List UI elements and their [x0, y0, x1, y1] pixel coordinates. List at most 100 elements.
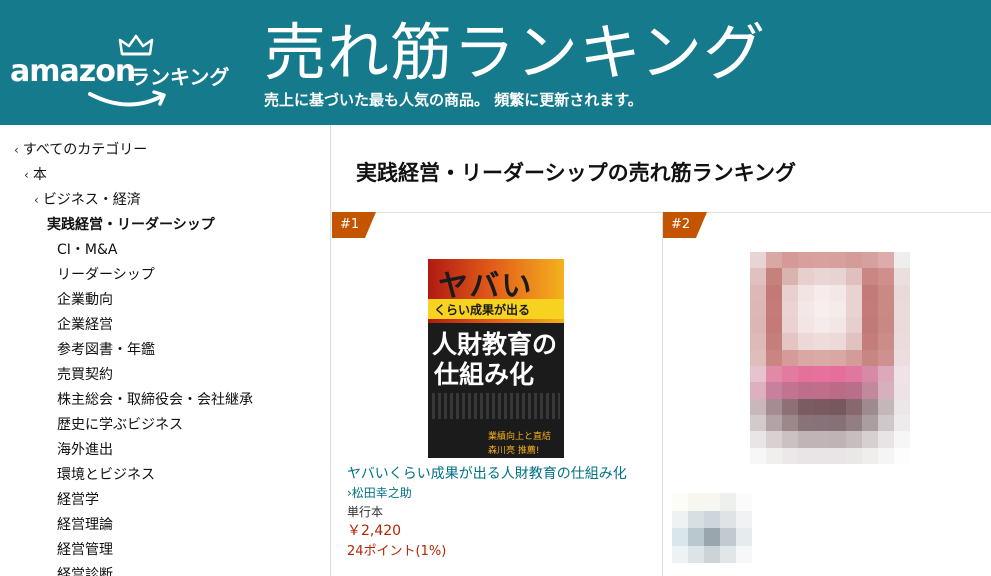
sidebar-item-business[interactable]: ‹ ビジネス・経済 — [34, 189, 141, 209]
mosaic-cell — [830, 268, 846, 285]
mosaic-cell — [862, 317, 878, 334]
mosaic-cell — [878, 349, 894, 367]
sidebar-item-corporate-trends[interactable]: 企業動向 — [57, 289, 113, 309]
sidebar-item-management-theory[interactable]: 経営理論 — [57, 514, 113, 534]
sidebar-item-leadership[interactable]: リーダーシップ — [57, 264, 155, 284]
category-sidebar: ‹ すべてのカテゴリー ‹ 本 ‹ ビジネス・経済 実践経営・リーダーシップ CI・M… — [0, 125, 331, 576]
mosaic-cell — [862, 398, 878, 415]
sidebar-item-all-categories[interactable]: ‹ すべてのカテゴリー — [14, 139, 147, 159]
sidebar-item-ci-ma[interactable]: CI・M&A — [57, 239, 117, 259]
mosaic-cell — [766, 414, 782, 432]
mosaic-cell — [782, 366, 798, 383]
sidebar-item-reference[interactable]: 参考図書・年鑑 — [57, 339, 155, 359]
mosaic-cell — [862, 349, 878, 367]
mosaic-cell — [798, 398, 814, 415]
mosaic-cell — [846, 431, 862, 448]
amazon-ranking-logo[interactable]: amazon ランキング — [10, 34, 250, 114]
mosaic-cell — [814, 333, 830, 350]
mosaic-cell — [704, 545, 720, 563]
mosaic-cell — [814, 431, 830, 448]
mosaic-cell — [878, 447, 894, 464]
mosaic-cell — [782, 284, 798, 301]
mosaic-cell — [766, 447, 782, 464]
mosaic-cell — [830, 366, 846, 383]
mosaic-cell — [798, 284, 814, 301]
mosaic-cell — [672, 493, 688, 511]
mosaic-cell — [830, 398, 846, 415]
sidebar-item-books[interactable]: ‹ 本 — [24, 164, 47, 184]
crown-icon — [118, 34, 154, 56]
mosaic-cell — [814, 349, 830, 367]
mosaic-cell — [878, 333, 894, 350]
mosaic-cell — [846, 268, 862, 285]
mosaic-cell — [704, 493, 720, 511]
mosaic-cell — [830, 414, 846, 432]
mosaic-cell — [750, 252, 766, 269]
mosaic-cell — [878, 252, 894, 269]
mosaic-cell — [878, 382, 894, 399]
mosaic-cell — [750, 284, 766, 301]
product-cover-image[interactable]: ヤバい くらい成果が出る 人財教育の 仕組み化 業績向上と直結 森川亮 推薦! — [428, 259, 564, 458]
mosaic-cell — [894, 268, 910, 285]
mosaic-cell — [766, 268, 782, 285]
mosaic-cell — [704, 528, 720, 546]
mosaic-cell — [766, 300, 782, 318]
mosaic-cell — [830, 447, 846, 464]
sidebar-item-sales-contracts[interactable]: 売買契約 — [57, 364, 113, 384]
mosaic-cell — [672, 545, 688, 563]
product-text-pixelated — [672, 493, 752, 563]
product-image-pixelated[interactable] — [750, 252, 910, 464]
mosaic-cell — [798, 252, 814, 269]
sidebar-item-environment[interactable]: 環境とビジネス — [57, 464, 155, 484]
mosaic-cell — [750, 398, 766, 415]
mosaic-cell — [894, 431, 910, 448]
mosaic-cell — [878, 317, 894, 334]
chevron-left-icon: ‹ — [24, 168, 29, 182]
mosaic-cell — [750, 414, 766, 432]
cover-blurb — [432, 393, 560, 419]
sidebar-item-management-studies[interactable]: 経営学 — [57, 489, 99, 509]
sidebar-item-corporate-management[interactable]: 企業経営 — [57, 314, 113, 334]
mosaic-cell — [750, 333, 766, 350]
rank-badge: #2 — [663, 212, 707, 238]
product-author-link[interactable]: ›松田幸之助 — [347, 484, 412, 501]
mosaic-cell — [878, 414, 894, 432]
mosaic-cell — [846, 447, 862, 464]
mosaic-cell — [894, 252, 910, 269]
product-title-link[interactable]: ヤバいくらい成果が出る人財教育の仕組み化 — [347, 463, 627, 483]
mosaic-cell — [894, 398, 910, 415]
mosaic-cell — [782, 300, 798, 318]
mosaic-cell — [766, 431, 782, 448]
mosaic-cell — [814, 447, 830, 464]
mosaic-cell — [750, 382, 766, 399]
mosaic-cell — [830, 382, 846, 399]
mosaic-cell — [798, 300, 814, 318]
banner-subtitle: 売上に基づいた最も人気の商品。 頻繁に更新されます。 — [264, 91, 643, 109]
mosaic-cell — [814, 317, 830, 334]
mosaic-cell — [830, 431, 846, 448]
mosaic-cell — [782, 268, 798, 285]
sidebar-item-overseas[interactable]: 海外進出 — [57, 439, 113, 459]
mosaic-cell — [862, 284, 878, 301]
sidebar-item-management-diagnosis[interactable]: 経営診断 — [57, 564, 113, 576]
mosaic-cell — [736, 528, 752, 546]
product-points: 24ポイント(1%) — [347, 544, 447, 559]
product-price: ￥2,420 — [347, 523, 402, 539]
mosaic-cell — [846, 414, 862, 432]
mosaic-cell — [688, 510, 704, 528]
mosaic-cell — [798, 447, 814, 464]
logo-wordmark: amazon — [10, 54, 136, 89]
mosaic-cell — [894, 317, 910, 334]
mosaic-cell — [766, 398, 782, 415]
mosaic-cell — [894, 414, 910, 432]
mosaic-cell — [750, 431, 766, 448]
sidebar-item-management-control[interactable]: 経営管理 — [57, 539, 113, 559]
mosaic-cell — [766, 366, 782, 383]
mosaic-cell — [736, 545, 752, 563]
sidebar-item-shareholders[interactable]: 株主総会・取締役会・会社継承 — [57, 389, 253, 409]
mosaic-cell — [894, 333, 910, 350]
mosaic-cell — [814, 284, 830, 301]
mosaic-cell — [878, 268, 894, 285]
mosaic-cell — [798, 333, 814, 350]
sidebar-item-history[interactable]: 歴史に学ぶビジネス — [57, 414, 183, 434]
